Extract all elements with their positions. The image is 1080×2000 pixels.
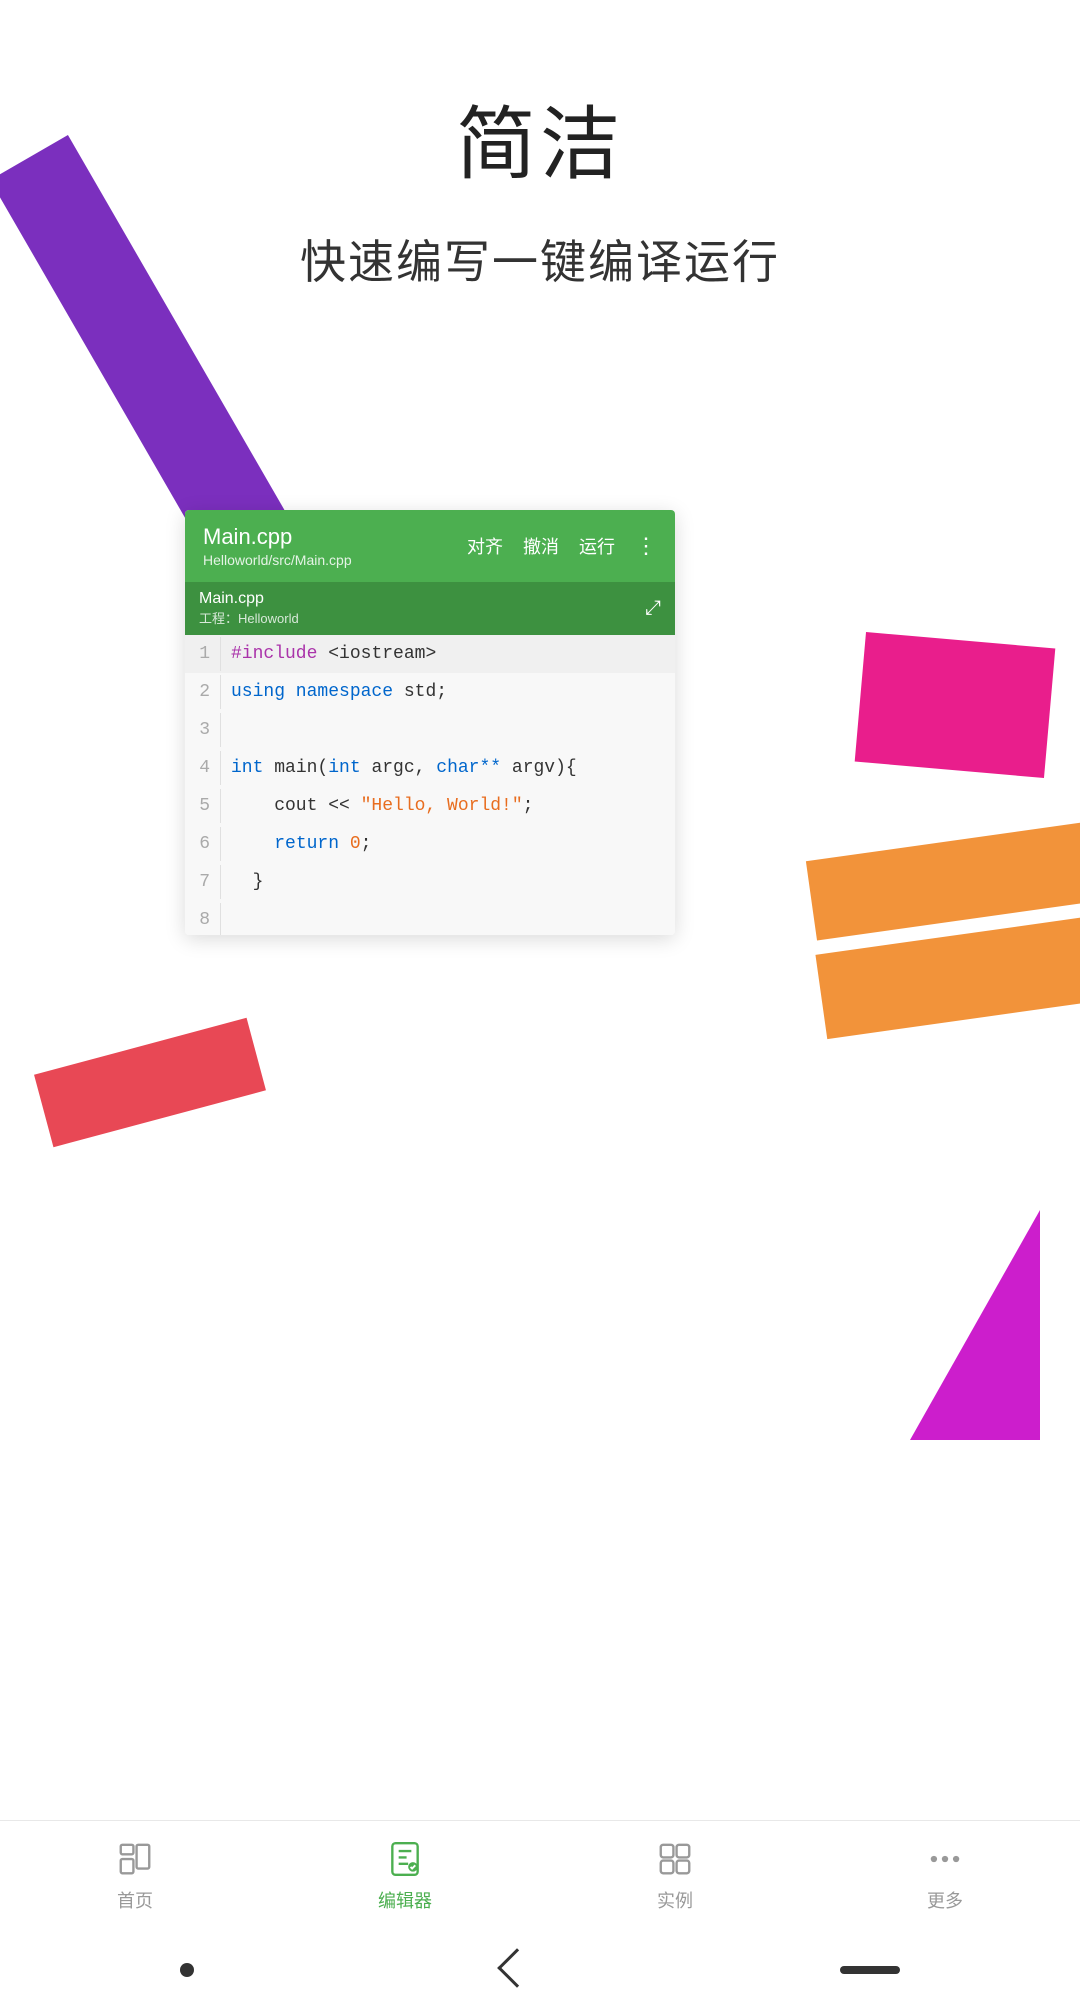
editor-filename: Main.cpp	[203, 524, 352, 550]
editor-tab-name[interactable]: Main.cpp	[199, 590, 299, 608]
system-nav-bar	[0, 1940, 1080, 2000]
editor-filepath: Helloworld/src/Main.cpp	[203, 552, 352, 568]
system-home-button[interactable]	[840, 1966, 900, 1974]
line-content-5: cout << "Hello, World!";	[231, 789, 533, 823]
line-num-4: 4	[185, 751, 221, 785]
nav-label-examples: 实例	[657, 1887, 693, 1913]
expand-icon[interactable]: ⤢	[645, 597, 661, 620]
decoration-red-rect	[34, 1018, 266, 1147]
editor-nav-icon	[383, 1837, 427, 1881]
line-content-2: using namespace std;	[231, 675, 447, 709]
code-line-3: 3	[185, 711, 675, 749]
decoration-orange-rect2	[815, 916, 1080, 1039]
page-title: 简洁	[0, 80, 1080, 196]
decoration-pink-rect	[855, 632, 1056, 778]
line-num-8: 8	[185, 903, 221, 935]
code-line-7: 7 }	[185, 863, 675, 901]
home-icon	[113, 1837, 157, 1881]
line-num-3: 3	[185, 713, 221, 747]
editor-toolbar-actions: 对齐 撤消 运行 ⋮	[467, 533, 657, 559]
editor-tab-project: 工程：Helloworld	[199, 608, 299, 627]
nav-item-editor[interactable]: 编辑器	[270, 1837, 540, 1913]
code-line-2: 2 using namespace std;	[185, 673, 675, 711]
decoration-magenta-triangle	[910, 1210, 1040, 1440]
nav-item-examples[interactable]: 实例	[540, 1837, 810, 1913]
align-button[interactable]: 对齐	[467, 533, 503, 559]
editor-tab-info: Main.cpp 工程：Helloworld	[199, 590, 299, 627]
nav-label-editor: 编辑器	[378, 1887, 432, 1913]
undo-button[interactable]: 撤消	[523, 533, 559, 559]
examples-icon	[653, 1837, 697, 1881]
nav-item-more[interactable]: 更多	[810, 1837, 1080, 1913]
more-icon[interactable]: ⋮	[635, 533, 657, 559]
nav-item-home[interactable]: 首页	[0, 1837, 270, 1913]
bottom-nav: 首页 编辑器 实例	[0, 1820, 1080, 1940]
code-line-8: 8	[185, 901, 675, 935]
code-editor-area[interactable]: 1 #include <iostream> 2 using namespace …	[185, 635, 675, 935]
code-line-1: 1 #include <iostream>	[185, 635, 675, 673]
line-num-1: 1	[185, 637, 221, 671]
line-content-6: return 0;	[231, 827, 371, 861]
code-line-4: 4 int main(int argc, char** argv){	[185, 749, 675, 787]
line-num-5: 5	[185, 789, 221, 823]
nav-label-more: 更多	[927, 1887, 963, 1913]
decoration-orange-rect1	[806, 820, 1080, 941]
run-button[interactable]: 运行	[579, 533, 615, 559]
line-content-7: }	[231, 865, 263, 899]
page-subtitle: 快速编写一键编译运行	[0, 226, 1080, 292]
line-content-1: #include <iostream>	[231, 637, 436, 671]
system-back-button[interactable]	[497, 1948, 537, 1988]
editor-tab-bar: Main.cpp 工程：Helloworld ⤢	[185, 582, 675, 635]
code-line-5: 5 cout << "Hello, World!";	[185, 787, 675, 825]
code-line-6: 6 return 0;	[185, 825, 675, 863]
editor-toolbar: Main.cpp Helloworld/src/Main.cpp 对齐 撤消 运…	[185, 510, 675, 582]
editor-card: Main.cpp Helloworld/src/Main.cpp 对齐 撤消 运…	[185, 510, 675, 935]
line-content-4: int main(int argc, char** argv){	[231, 751, 577, 785]
nav-label-home: 首页	[117, 1887, 153, 1913]
system-dot	[180, 1963, 194, 1977]
line-num-6: 6	[185, 827, 221, 861]
line-num-2: 2	[185, 675, 221, 709]
more-nav-icon	[923, 1837, 967, 1881]
line-num-7: 7	[185, 865, 221, 899]
editor-title-group: Main.cpp Helloworld/src/Main.cpp	[203, 524, 352, 568]
